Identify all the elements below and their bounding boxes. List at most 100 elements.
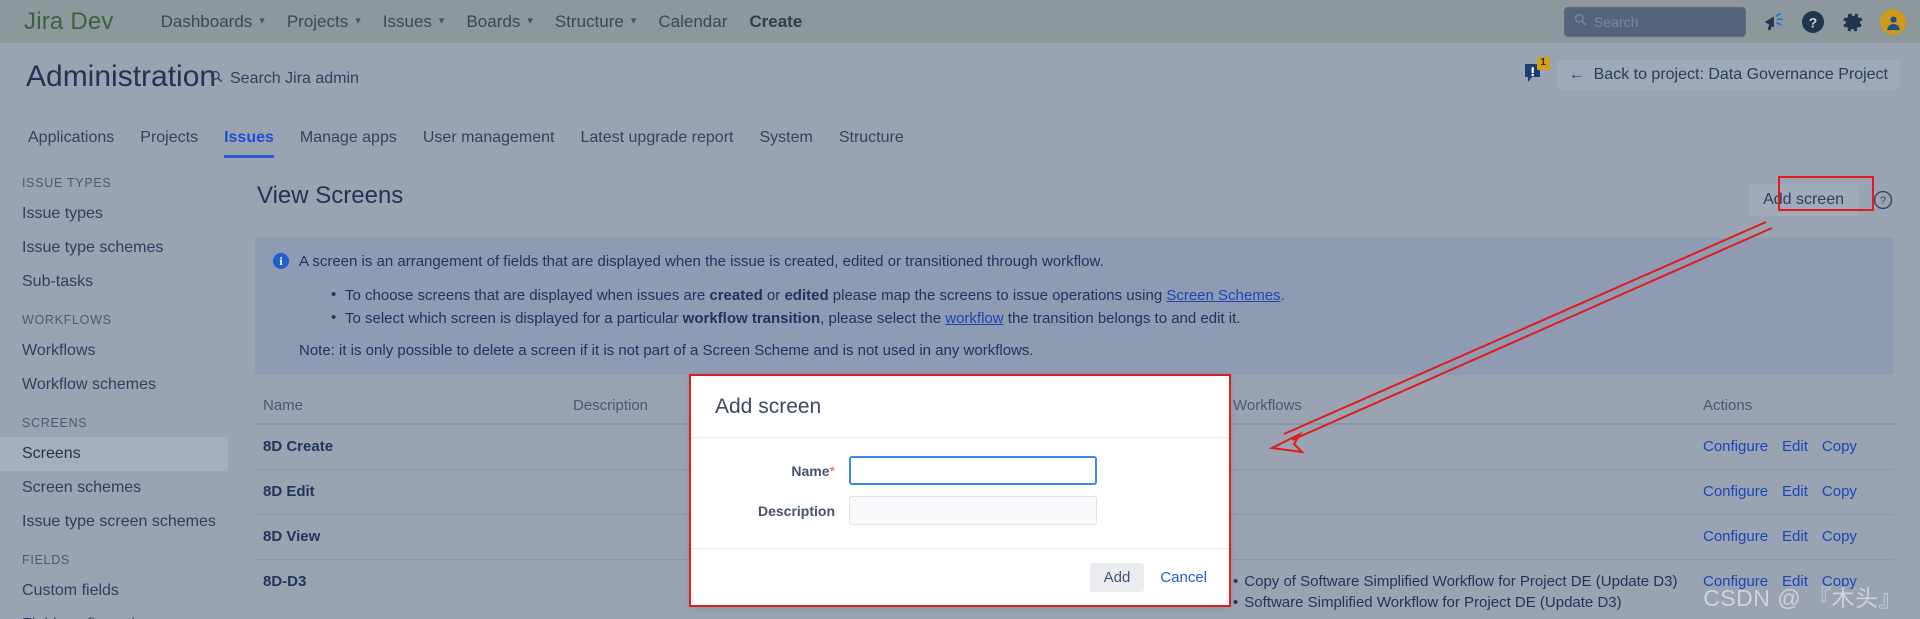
edit-link[interactable]: Edit (1782, 528, 1808, 545)
nav-item-create[interactable]: Create (738, 6, 813, 38)
dialog-footer: Add Cancel (691, 548, 1229, 605)
nav-item-label: Calendar (658, 11, 728, 31)
back-to-project-label: Back to project: Data Governance Project (1593, 66, 1888, 83)
nav-item-label: Structure (554, 11, 624, 31)
chevron-down-icon: ▾ (259, 15, 265, 27)
tab-issues[interactable]: Issues (212, 123, 286, 158)
help-icon[interactable]: ? (1872, 189, 1894, 211)
svg-text:?: ? (1809, 14, 1818, 30)
nav-item-label: Projects (286, 11, 349, 31)
edit-link[interactable]: Edit (1782, 438, 1808, 455)
screen-workflows (1225, 469, 1695, 515)
add-screen-dialog: Add screen Name* Description Add Cancel (691, 376, 1229, 605)
sidebar-item-issue-types[interactable]: Issue types (0, 197, 228, 231)
sidebar-item-sub-tasks[interactable]: Sub-tasks (0, 265, 228, 299)
tab-structure[interactable]: Structure (827, 123, 916, 158)
chevron-down-icon: ▾ (630, 15, 637, 27)
configure-link[interactable]: Configure (1703, 483, 1768, 500)
text: please map the screens to issue operatio… (828, 287, 1167, 305)
nav-item-structure[interactable]: Structure ▾ (544, 6, 648, 38)
tab-manage-apps[interactable]: Manage apps (288, 123, 409, 158)
info-panel-lead: A screen is an arrangement of fields tha… (299, 253, 1104, 270)
edit-link[interactable]: Edit (1782, 483, 1808, 500)
column-header-name[interactable]: Name (255, 393, 565, 426)
text: or (762, 287, 785, 305)
app-logo[interactable]: Jira Dev (24, 8, 114, 36)
sidebar-item-workflows[interactable]: Workflows (0, 334, 228, 368)
admin-search-field[interactable]: Search Jira admin (210, 70, 359, 88)
screen-schemes-link[interactable]: Screen Schemes (1166, 287, 1280, 304)
text: To choose screens that are displayed whe… (345, 287, 710, 305)
announcement-icon[interactable] (1760, 9, 1786, 35)
description-input[interactable] (849, 496, 1097, 525)
sidebar-section-screens: SCREENS (22, 416, 88, 430)
global-search-placeholder: Search (1594, 14, 1639, 30)
info-panel-note: Note: it is only possible to delete a sc… (299, 342, 1034, 360)
chevron-down-icon: ▾ (527, 15, 533, 27)
search-icon (210, 70, 223, 88)
tab-user-management[interactable]: User management (411, 123, 567, 158)
sidebar-item-issue-type-schemes[interactable]: Issue type schemes (0, 231, 228, 265)
page-heading-administration: Administration (26, 60, 217, 93)
configure-link[interactable]: Configure (1703, 528, 1768, 545)
workflow-entry: • Software Simplified Workflow for Projec… (1233, 592, 1687, 614)
screen-name: 8D Edit (255, 469, 565, 515)
sidebar-item-screens[interactable]: Screens (0, 437, 228, 471)
main-header-row: View Screens Add screen ? (255, 182, 1894, 216)
dialog-cancel-link[interactable]: Cancel (1160, 569, 1207, 586)
tab-system[interactable]: System (747, 123, 824, 158)
tab-applications[interactable]: Applications (16, 123, 126, 158)
info-bullet-screen-schemes: To choose screens that are displayed whe… (331, 284, 1876, 308)
emphasis-created: created (709, 287, 763, 305)
add-screen-button[interactable]: Add screen (1749, 184, 1858, 216)
nav-item-label: Dashboards (160, 11, 253, 31)
top-navigation-bar: Jira Dev Dashboards ▾ Projects ▾ Issues … (0, 0, 1920, 44)
nav-item-label: Boards (466, 11, 521, 31)
screen-name: 8D View (255, 514, 565, 560)
page-title: View Screens (257, 182, 404, 209)
nav-item-issues[interactable]: Issues ▾ (372, 6, 456, 38)
info-icon: i (273, 253, 289, 269)
back-to-project-button[interactable]: ← Back to project: Data Governance Proje… (1556, 60, 1900, 90)
nav-item-boards[interactable]: Boards ▾ (455, 6, 543, 38)
dialog-title: Add screen (715, 394, 822, 418)
screen-workflows (1225, 424, 1695, 471)
tab-projects[interactable]: Projects (128, 123, 210, 158)
svg-text:?: ? (1880, 195, 1886, 207)
name-input[interactable] (849, 456, 1097, 485)
configure-link[interactable]: Configure (1703, 438, 1768, 455)
settings-icon[interactable] (1840, 9, 1866, 35)
row-actions: Configure Edit Copy (1695, 424, 1895, 471)
nav-item-projects[interactable]: Projects ▾ (276, 6, 372, 38)
sidebar-item-issue-type-screen-schemes[interactable]: Issue type screen schemes (0, 505, 228, 539)
dialog-add-button[interactable]: Add (1089, 562, 1145, 592)
sidebar-item-field-configurations[interactable]: Field configurations (0, 608, 228, 619)
sidebar-section-fields: FIELDS (22, 553, 70, 567)
info-panel-bullets: To choose screens that are displayed whe… (331, 284, 1876, 330)
info-panel: i A screen is an arrangement of fields t… (255, 238, 1894, 376)
notification-flag-icon[interactable]: 1 (1521, 57, 1550, 88)
sidebar-item-screen-schemes[interactable]: Screen schemes (0, 471, 228, 505)
main-header-actions: Add screen ? (1749, 184, 1894, 216)
nav-item-dashboards[interactable]: Dashboards ▾ (150, 6, 276, 38)
avatar[interactable] (1880, 9, 1906, 35)
global-search-input[interactable]: Search (1564, 7, 1746, 37)
copy-link[interactable]: Copy (1822, 528, 1857, 545)
search-icon (1574, 13, 1587, 31)
sidebar-item-custom-fields[interactable]: Custom fields (0, 574, 228, 608)
help-icon[interactable]: ? (1800, 9, 1826, 35)
description-field-row: Description (715, 496, 1205, 525)
dialog-header: Add screen (691, 376, 1229, 438)
text: . (1280, 287, 1285, 305)
copy-link[interactable]: Copy (1822, 483, 1857, 500)
column-header-workflows[interactable]: Workflows (1225, 393, 1695, 426)
required-marker: * (829, 462, 835, 479)
dialog-body: Name* Description (691, 438, 1229, 548)
workflow-link[interactable]: workflow (945, 310, 1003, 327)
tab-latest-upgrade-report[interactable]: Latest upgrade report (568, 123, 745, 158)
workflow-name: Copy of Software Simplified Workflow for… (1244, 572, 1678, 590)
nav-item-calendar[interactable]: Calendar (647, 6, 738, 38)
arrow-left-icon: ← (1568, 66, 1585, 83)
sidebar-item-workflow-schemes[interactable]: Workflow schemes (0, 368, 228, 402)
copy-link[interactable]: Copy (1822, 438, 1857, 455)
